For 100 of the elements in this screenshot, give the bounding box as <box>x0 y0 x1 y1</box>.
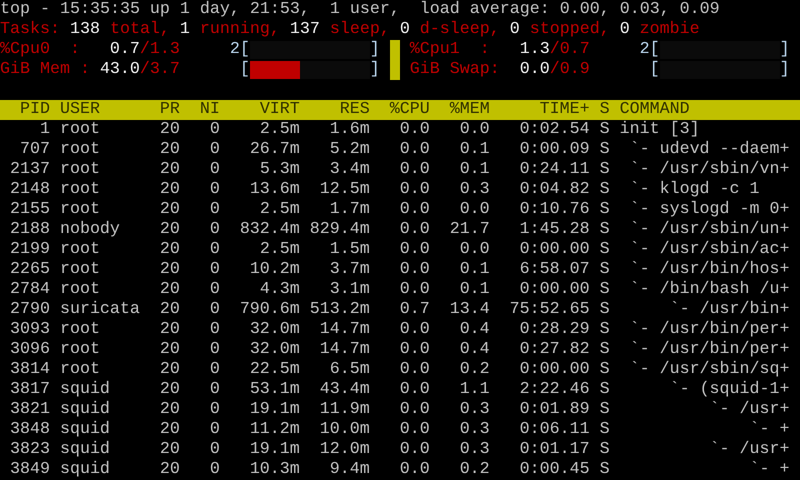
table-cell: 3821 <box>10 400 50 419</box>
table-cell: suricata <box>60 300 140 319</box>
table-cell: 2265 <box>10 260 50 279</box>
table-cell: 0.0 <box>400 160 430 179</box>
column-header: %CPU <box>390 100 430 119</box>
table-cell: root <box>60 160 100 179</box>
command-text: `- /usr/sbin/sq+ <box>630 360 790 379</box>
table-cell: 0 <box>210 440 220 459</box>
table-cell: 12.5m <box>320 180 370 199</box>
column-header: COMMAND <box>620 100 690 119</box>
table-cell: 0.0 <box>400 460 430 479</box>
table-cell: 20 <box>160 360 180 379</box>
table-cell: 2148 <box>10 180 50 199</box>
table-cell: 0:24.11 <box>520 160 590 179</box>
tasks-count: 0 <box>510 20 520 40</box>
column-header: %MEM <box>450 100 490 119</box>
table-cell: 2.5m <box>260 200 300 219</box>
table-cell: S <box>600 120 610 139</box>
table-cell: 22.5m <box>250 360 300 379</box>
table-cell: 20 <box>160 460 180 479</box>
table-cell: 1:45.28 <box>520 220 590 239</box>
table-cell: S <box>600 360 610 379</box>
table-cell: 2784 <box>10 280 50 299</box>
command-text: `- (squid-1+ <box>670 380 790 399</box>
table-cell: 0 <box>210 180 220 199</box>
table-cell: 9.4m <box>330 460 370 479</box>
table-cell: 0.0 <box>400 280 430 299</box>
table-cell: 3.4m <box>330 160 370 179</box>
table-cell: 3.7m <box>330 260 370 279</box>
table-cell: 20 <box>160 180 180 199</box>
table-cell: 1.1 <box>460 380 490 399</box>
table-cell: 5.2m <box>330 140 370 159</box>
table-cell: 0.0 <box>400 400 430 419</box>
table-cell: 0 <box>210 460 220 479</box>
tasks-label: zombie <box>640 20 700 40</box>
command-text: `- /bin/bash /u+ <box>630 280 790 299</box>
table-cell: 6.5m <box>330 360 370 379</box>
table-cell: 0 <box>210 360 220 379</box>
meter-label: %Cpu0 : <box>0 40 80 59</box>
table-cell: 2188 <box>10 220 50 239</box>
table-cell: 32.0m <box>250 320 300 339</box>
table-cell: 26.7m <box>250 140 300 159</box>
table-cell: 0.0 <box>460 200 490 219</box>
table-cell: S <box>600 220 610 239</box>
command-text: `- /usr/bin/per+ <box>630 320 790 339</box>
tasks-label: sleep, <box>330 20 390 40</box>
table-cell: 0 <box>210 420 220 439</box>
bracket-text: ] <box>370 40 380 60</box>
column-header: TIME+ <box>540 100 590 119</box>
table-cell: S <box>600 260 610 279</box>
table-cell: 707 <box>20 140 50 159</box>
table-cell: 3817 <box>10 380 50 399</box>
table-cell: 0 <box>210 140 220 159</box>
bracket-text: ] <box>370 60 380 80</box>
table-cell: 0 <box>210 220 220 239</box>
table-cell: S <box>600 420 610 439</box>
table-cell: 2790 <box>10 300 50 319</box>
table-cell: 0:27.82 <box>520 340 590 359</box>
table-cell: 4.3m <box>260 280 300 299</box>
table-cell: 0.0 <box>400 380 430 399</box>
table-cell: 0:06.11 <box>520 420 590 439</box>
command-text: `- /usr/bin/per+ <box>630 340 790 359</box>
table-cell: 20 <box>160 260 180 279</box>
table-cell: 20 <box>160 220 180 239</box>
table-cell: 0.3 <box>460 400 490 419</box>
table-cell: 11.9m <box>320 400 370 419</box>
bracket-text: ] <box>780 60 790 80</box>
table-cell: 0.0 <box>400 420 430 439</box>
table-cell: 0.0 <box>400 140 430 159</box>
table-cell: 0:00.00 <box>520 360 590 379</box>
table-cell: 3093 <box>10 320 50 339</box>
table-cell: 0.3 <box>460 420 490 439</box>
table-cell: 0:00.00 <box>520 280 590 299</box>
table-cell: 2:22.46 <box>520 380 590 399</box>
command-text: `- /usr/bin/hos+ <box>630 260 790 279</box>
table-cell: 0.0 <box>400 340 430 359</box>
table-cell: 21.7 <box>450 220 490 239</box>
table-cell: 20 <box>160 300 180 319</box>
table-cell: S <box>600 300 610 319</box>
meter-value: 43.0 <box>100 60 140 79</box>
table-cell: 2.5m <box>260 120 300 139</box>
table-cell: 0.1 <box>460 160 490 179</box>
table-cell: 0 <box>210 160 220 179</box>
table-cell: S <box>600 240 610 259</box>
table-cell: 0 <box>210 240 220 259</box>
table-cell: root <box>60 180 100 199</box>
meter-limit: /1.3 <box>140 40 180 59</box>
table-cell: 20 <box>160 400 180 419</box>
meter-limit: /0.9 <box>550 60 590 79</box>
table-cell: 20 <box>160 200 180 219</box>
tasks-label: d-sleep, <box>420 20 500 40</box>
table-cell: 0 <box>210 320 220 339</box>
command-text: `- syslogd -m 0+ <box>630 200 790 219</box>
table-cell: 12.0m <box>320 440 370 459</box>
table-cell: 0:01.89 <box>520 400 590 419</box>
tasks-count: 137 <box>290 20 320 40</box>
command-text: init [3] <box>620 120 700 139</box>
table-cell: 0.0 <box>400 240 430 259</box>
table-cell: 0.4 <box>460 320 490 339</box>
table-cell: 20 <box>160 440 180 459</box>
